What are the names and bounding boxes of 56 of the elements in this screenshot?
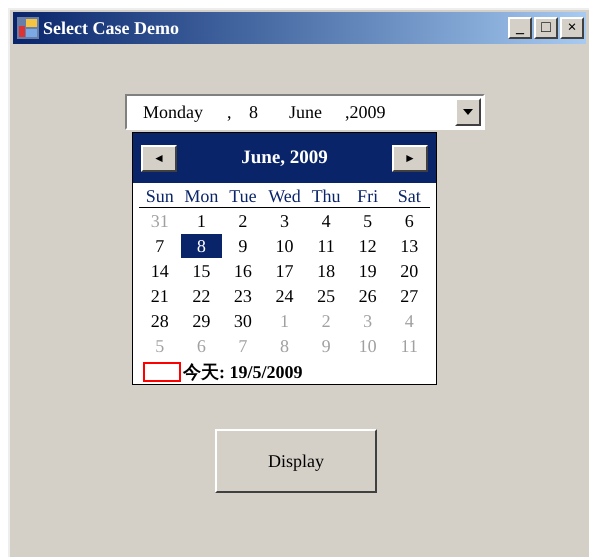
calendar-day[interactable]: 25 <box>305 284 347 308</box>
calendar-day[interactable]: 28 <box>139 308 181 332</box>
calendar-day[interactable]: 22 <box>180 284 222 308</box>
calendar-day[interactable]: 21 <box>139 284 181 308</box>
calendar-day[interactable]: 13 <box>388 234 430 258</box>
maximize-button[interactable]: □ <box>534 17 558 39</box>
month-title: June, 2009 <box>241 146 328 170</box>
weekday-label: Mon <box>183 185 220 207</box>
window-title: Select Case Demo <box>43 16 179 40</box>
calendar-day[interactable]: 15 <box>180 258 222 282</box>
weekday-label: Fri <box>356 185 380 207</box>
weekday-label: Sat <box>396 185 422 207</box>
weekday-label: Tue <box>228 185 258 207</box>
today-marker <box>143 362 181 382</box>
date-segment[interactable]: 8 <box>249 98 289 126</box>
close-button[interactable]: × <box>560 17 584 39</box>
previous-month-button[interactable]: ◄ <box>141 144 177 172</box>
calendar-day[interactable]: 7 <box>139 234 181 258</box>
calendar-day[interactable]: 19 <box>346 258 388 282</box>
date-picker-field[interactable]: Monday , 8 June ,2009 <box>125 94 485 130</box>
display-button[interactable]: Display <box>215 429 377 493</box>
date-segment[interactable]: ,2009 <box>345 98 415 126</box>
calendar-day[interactable]: 20 <box>388 258 430 282</box>
calendar-day[interactable]: 9 <box>222 234 264 258</box>
calendar-day[interactable]: 23 <box>222 284 264 308</box>
calendar-day[interactable]: 16 <box>222 258 264 282</box>
calendar-day[interactable]: 27 <box>388 284 430 308</box>
date-segment[interactable]: , <box>227 98 249 126</box>
calendar-day[interactable]: 17 <box>264 258 306 282</box>
date-segment[interactable]: Monday <box>143 98 227 126</box>
calendar-day[interactable]: 2 <box>222 208 264 232</box>
calendar-day[interactable]: 12 <box>346 234 388 258</box>
calendar-day[interactable]: 26 <box>346 284 388 308</box>
selected-day[interactable]: 8 <box>180 234 222 258</box>
date-segment[interactable]: June <box>289 98 345 126</box>
calendar-day[interactable]: 14 <box>139 258 181 282</box>
calendar-day[interactable]: 1 <box>180 208 222 232</box>
weekday-label: Thu <box>310 185 342 207</box>
today-link[interactable]: 今天: 19/5/2009 <box>183 362 302 382</box>
caret-down-icon <box>463 109 473 115</box>
calendar-day[interactable]: 5 <box>346 208 388 232</box>
calendar-day[interactable]: 3 <box>264 208 306 232</box>
next-month-button[interactable]: ► <box>392 144 428 172</box>
calendar-day[interactable]: 29 <box>180 308 222 332</box>
calendar-day[interactable]: 11 <box>305 234 347 258</box>
minimize-button[interactable]: _ <box>508 17 532 39</box>
calendar-day[interactable]: 18 <box>305 258 347 282</box>
calendar-day[interactable]: 6 <box>388 208 430 232</box>
calendar-day[interactable]: 30 <box>222 308 264 332</box>
weekday-label: Sun <box>144 185 175 207</box>
calendar-day[interactable]: 4 <box>305 208 347 232</box>
weekday-label: Wed <box>267 185 302 207</box>
app-icon <box>17 17 39 39</box>
calendar-day[interactable]: 24 <box>264 284 306 308</box>
dropdown-button[interactable] <box>455 98 481 126</box>
calendar-day[interactable]: 10 <box>264 234 306 258</box>
